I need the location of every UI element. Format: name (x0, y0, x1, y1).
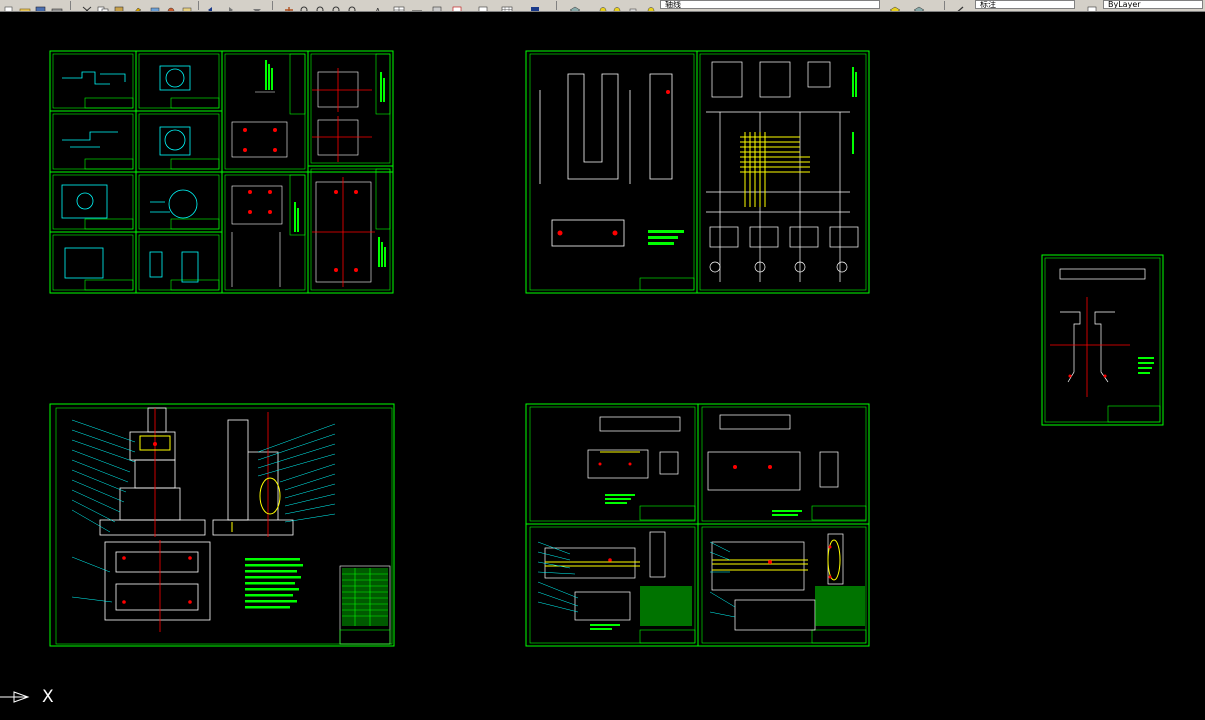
match-properties-icon[interactable] (130, 0, 144, 11)
model-space-canvas[interactable] (0, 12, 1205, 716)
redo-icon[interactable] (222, 0, 236, 11)
style-combo[interactable]: ByLayer (1103, 0, 1203, 9)
table-icon[interactable] (392, 0, 406, 11)
text-style-icon[interactable]: A (372, 0, 386, 11)
markup-icon[interactable] (450, 0, 464, 11)
toolbar: A 轴线 标注 ByLayer (0, 0, 1205, 12)
ucs-x-label: X (42, 687, 54, 707)
zoom-window-icon[interactable] (314, 0, 328, 11)
dim-style-icon[interactable] (410, 0, 424, 11)
drawing-sheet-fixture-details[interactable] (525, 403, 870, 647)
help-icon[interactable] (528, 0, 542, 11)
copy-icon[interactable] (96, 0, 110, 11)
cut-icon[interactable] (80, 0, 94, 11)
ucs-icon: X (0, 684, 70, 714)
layer-combo[interactable]: 轴线 (660, 0, 880, 9)
plot-style-icon[interactable] (1085, 0, 1099, 11)
drawing-area[interactable] (0, 12, 1205, 716)
design-center-icon[interactable] (180, 0, 194, 11)
layer-lock-icon[interactable] (626, 0, 640, 11)
redo-dropdown-icon[interactable] (250, 0, 264, 11)
drawing-sheet-fixture-assembly[interactable] (49, 403, 395, 647)
layer-freeze-icon[interactable] (610, 0, 624, 11)
sheet-set-icon[interactable] (476, 0, 490, 11)
new-icon[interactable] (2, 0, 16, 11)
layer-previous-icon[interactable] (912, 0, 926, 11)
linetype-combo[interactable]: 标注 (975, 0, 1075, 9)
layer-on-icon[interactable] (596, 0, 610, 11)
calculator-icon[interactable] (430, 0, 444, 11)
pan-icon[interactable] (282, 0, 296, 11)
grid-icon[interactable] (500, 0, 514, 11)
paste-icon[interactable] (112, 0, 126, 11)
properties-icon[interactable] (164, 0, 178, 11)
drawing-sheet-details-grid[interactable] (49, 50, 394, 294)
style-icon[interactable] (952, 0, 966, 11)
zoom-extents-icon[interactable] (346, 0, 360, 11)
open-icon[interactable] (18, 0, 32, 11)
zoom-realtime-icon[interactable] (298, 0, 312, 11)
make-current-icon[interactable] (888, 0, 902, 11)
layer-color-icon[interactable] (644, 0, 658, 11)
block-editor-icon[interactable] (148, 0, 162, 11)
layer-manager-icon[interactable] (568, 0, 582, 11)
save-icon[interactable] (34, 0, 48, 11)
print-icon[interactable] (50, 0, 64, 11)
drawing-sheet-frame-circuit[interactable] (525, 50, 870, 294)
drawing-sheet-side-part[interactable] (1041, 254, 1164, 426)
undo-icon[interactable] (205, 0, 219, 11)
zoom-previous-icon[interactable] (330, 0, 344, 11)
